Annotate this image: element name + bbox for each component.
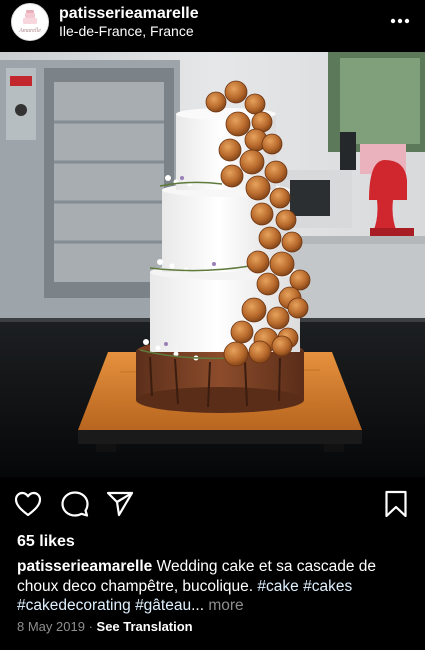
action-bar: [0, 477, 425, 529]
hashtag-cakes[interactable]: #cakes: [303, 578, 352, 595]
more-options-icon: [390, 18, 410, 24]
comment-icon: [61, 491, 89, 517]
hashtag-cake[interactable]: #cake: [257, 578, 298, 595]
more-options-button[interactable]: [387, 10, 413, 32]
post-location[interactable]: Ile-de-France, France: [59, 23, 194, 40]
svg-text:Amarelle: Amarelle: [18, 28, 41, 34]
see-translation-link[interactable]: See Translation: [97, 619, 193, 634]
meta-separator: ·: [88, 619, 93, 634]
like-button[interactable]: [13, 489, 43, 519]
comment-button[interactable]: [60, 489, 90, 519]
share-icon: [106, 491, 134, 517]
post-header: Amarelle patisserieamarelle Ile-de-Franc…: [0, 0, 425, 52]
post-username[interactable]: patisserieamarelle: [59, 4, 199, 23]
bookmark-icon: [385, 490, 407, 518]
caption-username[interactable]: patisserieamarelle: [17, 558, 152, 575]
save-button[interactable]: [381, 489, 411, 519]
post-date: 8 May 2019: [17, 619, 85, 634]
avatar-logo-icon: Amarelle: [12, 4, 48, 40]
cake-photo: [0, 52, 425, 477]
avatar[interactable]: Amarelle: [11, 3, 49, 41]
likes-count[interactable]: 65 likes: [17, 532, 75, 552]
hashtag-cakedecorating[interactable]: #cakedecorating: [17, 597, 131, 614]
caption-ellipsis: ...: [191, 597, 205, 614]
caption-more-link[interactable]: more: [208, 597, 243, 614]
hashtag-gateau[interactable]: #gâteau: [135, 597, 191, 614]
post-meta: 8 May 2019 · See Translation: [17, 619, 193, 635]
post-caption: patisserieamarelle Wedding cake et sa ca…: [17, 557, 412, 616]
post-image[interactable]: [0, 52, 425, 477]
share-button[interactable]: [105, 489, 135, 519]
heart-icon: [14, 491, 42, 517]
